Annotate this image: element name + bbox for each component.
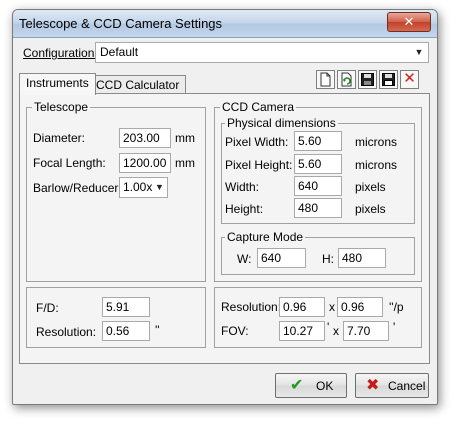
sensor-height-input[interactable]: 480 — [294, 198, 342, 218]
checkmark-icon: ✔ — [290, 377, 304, 394]
fov-x-unit: ' — [327, 320, 330, 334]
configuration-select[interactable]: Default ▼ — [95, 42, 429, 63]
configuration-value: Default — [100, 45, 139, 59]
refresh-document-icon — [341, 72, 352, 87]
chevron-down-icon[interactable]: ▼ — [411, 44, 427, 61]
focal-length-label: Focal Length: — [33, 156, 106, 170]
capture-height-label: H: — [322, 252, 334, 266]
fov-x-output: 10.27 — [279, 321, 325, 341]
ccd-camera-group: CCD Camera Physical dimensions Pixel Wid… — [214, 100, 422, 282]
sensor-width-input[interactable]: 640 — [294, 176, 342, 196]
fov-separator: x — [333, 324, 339, 338]
telescope-resolution-label: Resolution: — [36, 325, 97, 339]
capture-width-input[interactable]: 640 — [257, 248, 306, 268]
chevron-down-icon[interactable]: ▼ — [153, 179, 166, 196]
pixel-width-unit: microns — [355, 135, 398, 149]
telescope-results-group: F/D: 5.91 Resolution: 0.56 '' — [26, 287, 206, 348]
ccd-camera-group-label: CCD Camera — [220, 100, 297, 114]
ok-button[interactable]: ✔ OK — [275, 373, 347, 398]
ccd-resolution-unit: ''/p — [389, 300, 404, 314]
telescope-group: Telescope Diameter: 203.00 mm Focal Leng… — [26, 100, 206, 282]
ccd-results-group: Resolution: 0.96 x 0.96 ''/p FOV: 10.27 … — [214, 287, 422, 348]
save-all-button[interactable] — [379, 70, 398, 89]
cancel-label: Cancel — [388, 379, 426, 393]
ccd-resolution-label: Resolution: — [221, 300, 282, 314]
capture-height-input[interactable]: 480 — [338, 248, 386, 268]
barlow-label: Barlow/Reducer: — [33, 181, 122, 195]
telescope-group-label: Telescope — [32, 100, 91, 114]
tab-instruments[interactable]: Instruments — [19, 73, 96, 95]
pixel-height-input[interactable]: 5.60 — [294, 154, 342, 174]
capture-width-label: W: — [237, 252, 252, 266]
physical-dimensions-label: Physical dimensions — [225, 116, 338, 130]
focal-length-input[interactable]: 1200.00 — [119, 153, 171, 173]
sensor-width-label: Width: — [225, 180, 260, 194]
fd-output: 5.91 — [102, 297, 150, 317]
window-title: Telescope & CCD Camera Settings — [19, 16, 223, 31]
close-window-button[interactable]: ✕ — [387, 12, 431, 32]
diameter-label: Diameter: — [33, 131, 86, 145]
pixel-width-input[interactable]: 5.60 — [294, 131, 342, 151]
fd-label: F/D: — [36, 301, 59, 315]
save-button[interactable] — [358, 70, 377, 89]
save-icon — [361, 73, 374, 86]
fov-y-unit: ' — [393, 320, 396, 334]
delete-button[interactable]: ✕ — [400, 70, 419, 89]
pixel-height-label: Pixel Height: — [225, 158, 293, 172]
tab-ccd-calculator[interactable]: CCD Calculator — [89, 75, 187, 95]
sensor-width-unit: pixels — [355, 180, 386, 194]
telescope-resolution-output: 0.56 — [102, 321, 150, 341]
ccd-resolution-separator: x — [329, 300, 335, 314]
sensor-height-unit: pixels — [355, 202, 386, 216]
fov-label: FOV: — [221, 324, 249, 338]
pixel-height-unit: microns — [355, 158, 398, 172]
cancel-button[interactable]: ✖ Cancel — [355, 373, 429, 398]
ccd-resolution-y-output: 0.96 — [337, 297, 383, 317]
capture-mode-group: Capture Mode W: 640 H: 480 — [221, 230, 415, 275]
configuration-label: Configuration: — [23, 46, 98, 60]
capture-mode-label: Capture Mode — [225, 230, 306, 244]
delete-icon: ✕ — [403, 70, 416, 87]
instruments-panel: Telescope Diameter: 203.00 mm Focal Leng… — [19, 93, 430, 364]
cancel-x-icon: ✖ — [366, 377, 380, 394]
ok-label: OK — [316, 379, 334, 393]
fov-y-output: 7.70 — [343, 321, 389, 341]
settings-window: Telescope & CCD Camera Settings ✕ Config… — [12, 9, 438, 405]
new-button[interactable] — [316, 70, 335, 89]
diameter-input[interactable]: 203.00 — [119, 128, 171, 148]
ccd-resolution-x-output: 0.96 — [279, 297, 325, 317]
diameter-unit: mm — [175, 131, 195, 145]
focal-length-unit: mm — [175, 156, 195, 170]
title-bar[interactable]: Telescope & CCD Camera Settings ✕ — [13, 10, 437, 38]
physical-dimensions-group: Physical dimensions Pixel Width: 5.60 mi… — [221, 116, 415, 224]
sensor-height-label: Height: — [225, 202, 264, 216]
reload-button[interactable] — [337, 70, 356, 89]
pixel-width-label: Pixel Width: — [225, 135, 289, 149]
new-document-icon — [320, 72, 331, 87]
barlow-value: 1.00x — [123, 180, 153, 194]
telescope-resolution-unit: '' — [155, 323, 160, 337]
save-all-icon — [382, 73, 395, 86]
barlow-select[interactable]: 1.00x ▼ — [119, 177, 168, 198]
